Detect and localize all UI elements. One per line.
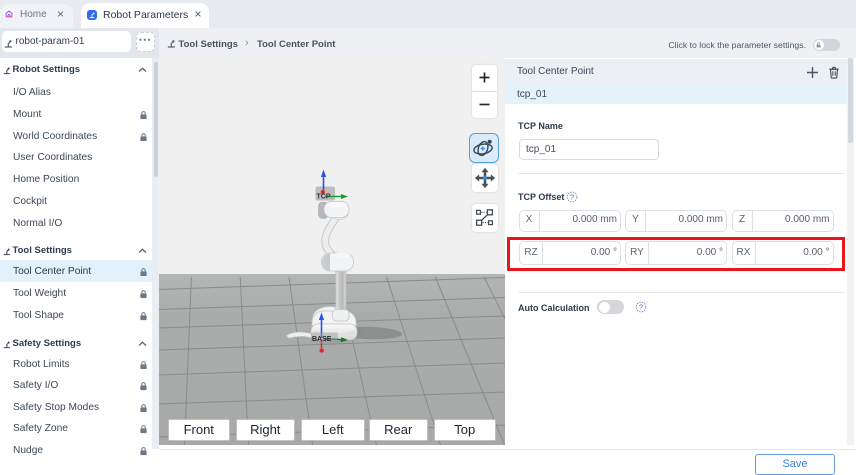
svg-text:?: ? — [570, 192, 574, 201]
svg-text:BASE: BASE — [312, 336, 332, 343]
svg-text:?: ? — [639, 303, 643, 312]
svg-text:TCP: TCP — [317, 194, 331, 201]
